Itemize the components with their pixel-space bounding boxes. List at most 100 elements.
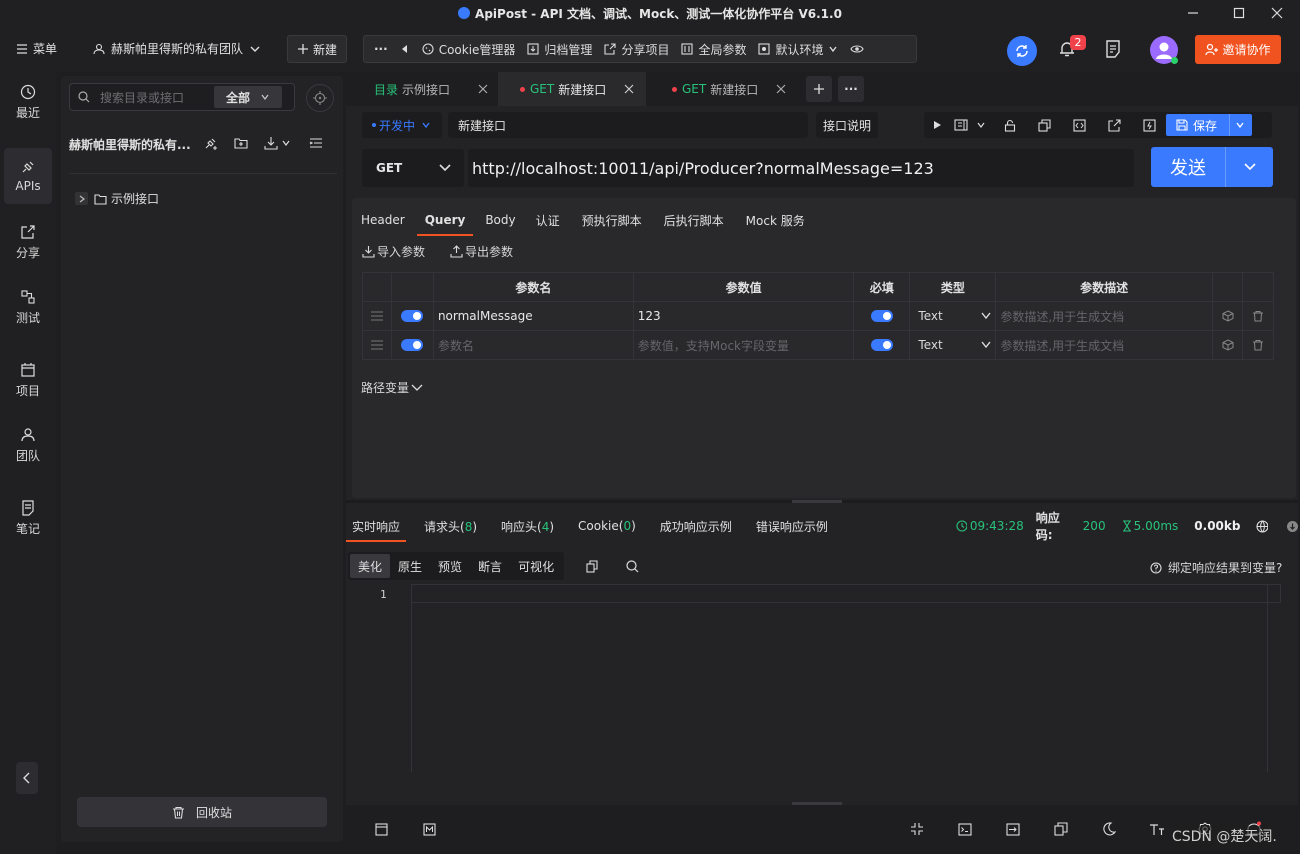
markdown-icon[interactable] [423, 823, 436, 836]
filter-select[interactable]: 全部 [214, 86, 282, 108]
import-params-button[interactable]: 导入参数 [362, 243, 425, 260]
resp-tab-resp-headers[interactable]: 响应头(4) [501, 518, 554, 535]
type-select[interactable]: Text [909, 301, 997, 331]
tree-item-folder[interactable]: 示例接口 [75, 190, 159, 207]
resp-tab-realtime[interactable]: 实时响应 [346, 518, 407, 542]
user-avatar[interactable] [1150, 36, 1178, 64]
required-toggle[interactable] [870, 310, 893, 322]
minimize-button[interactable] [1170, 0, 1216, 26]
close-window-button[interactable] [1254, 0, 1300, 26]
resp-tab-req-headers[interactable]: 请求头(8) [424, 518, 477, 535]
outline-icon[interactable] [309, 136, 323, 150]
new-button[interactable]: 新建 [287, 35, 347, 63]
rail-item-share[interactable]: 分享 [4, 214, 52, 270]
shrink-icon[interactable] [910, 822, 924, 836]
enable-toggle-cell[interactable] [390, 330, 434, 360]
notes-button[interactable] [1104, 40, 1122, 58]
chevron-down-icon[interactable] [281, 138, 291, 148]
resp-tab-cookie[interactable]: Cookie(0) [578, 519, 636, 533]
locate-button[interactable] [306, 84, 334, 112]
url-input[interactable]: http://localhost:10011/api/Producer?norm… [468, 149, 1134, 187]
response-editor[interactable]: 1 [346, 584, 1298, 804]
font-size-icon[interactable] [1149, 823, 1165, 836]
tab-more-button[interactable]: ··· [838, 76, 864, 102]
status-select[interactable]: 开发中 [362, 112, 442, 138]
param-desc-cell[interactable]: 参数描述,用于生成文档 [995, 301, 1214, 331]
view-tab-preview[interactable]: 预览 [430, 554, 470, 578]
param-value-cell[interactable]: 123 [632, 301, 855, 331]
enable-toggle-cell[interactable] [390, 301, 434, 331]
save-button[interactable]: 保存 [1166, 114, 1252, 136]
drag-handle[interactable] [362, 330, 392, 360]
view-tab-raw[interactable]: 原生 [390, 554, 430, 578]
share-project-button[interactable]: 分享项目 [598, 35, 675, 63]
rail-item-notes[interactable]: 笔记 [4, 490, 52, 546]
download-icon[interactable] [1286, 520, 1299, 533]
splitter-handle[interactable] [792, 500, 842, 503]
drag-handle[interactable] [362, 301, 392, 331]
invite-button[interactable]: 邀请协作 [1195, 35, 1281, 64]
close-tab-icon[interactable] [478, 84, 488, 94]
api-name-input[interactable]: 新建接口 [448, 112, 808, 138]
moon-icon[interactable] [1102, 822, 1116, 836]
more-button[interactable]: ··· [368, 35, 394, 63]
add-api-icon[interactable] [204, 136, 218, 150]
export-params-button[interactable]: 导出参数 [450, 243, 513, 260]
param-name-placeholder[interactable]: 参数名 [432, 330, 634, 360]
view-tab-assert[interactable]: 断言 [470, 554, 510, 578]
rail-item-recent[interactable]: 最近 [4, 74, 52, 130]
delete-cell[interactable] [1241, 301, 1275, 331]
tab-new-api[interactable]: GET 新建接口 [646, 72, 798, 106]
team-selector[interactable]: 赫斯帕里得斯的私有团队 [92, 40, 261, 57]
collapse-sidebar-button[interactable] [16, 762, 38, 794]
delete-cell[interactable] [1241, 330, 1275, 360]
lock-icon[interactable] [1004, 119, 1016, 132]
view-tab-visualize[interactable]: 可视化 [510, 554, 562, 578]
subtab-query[interactable]: Query [416, 213, 474, 236]
recycle-bin-button[interactable]: 回收站 [77, 797, 327, 827]
rail-item-project[interactable]: 项目 [4, 352, 52, 408]
close-tab-icon[interactable] [776, 84, 786, 94]
tab-directory[interactable]: 目录 示例接口 [346, 72, 498, 106]
run-icon[interactable] [932, 120, 942, 130]
code-icon[interactable] [1073, 118, 1086, 132]
method-select[interactable]: GET [362, 149, 464, 187]
search-icon[interactable] [626, 559, 639, 573]
subtab-header[interactable]: Header [361, 213, 405, 227]
subtab-pre-script[interactable]: 预执行脚本 [582, 212, 642, 229]
param-value-placeholder[interactable]: 参数值，支持Mock字段变量 [632, 330, 855, 360]
import-icon[interactable] [264, 136, 278, 150]
rail-item-team[interactable]: 团队 [4, 417, 52, 473]
subtab-auth[interactable]: 认证 [536, 212, 560, 229]
mock-cell[interactable] [1212, 301, 1243, 331]
view-tab-beautify[interactable]: 美化 [350, 554, 391, 578]
cookie-manager-button[interactable]: Cookie管理器 [416, 35, 522, 63]
required-toggle[interactable] [870, 339, 893, 351]
rail-item-apis[interactable]: APIs [4, 148, 52, 204]
copy-icon[interactable] [1038, 118, 1051, 132]
enable-toggle[interactable] [401, 310, 424, 322]
add-folder-icon[interactable] [234, 136, 248, 150]
globe-icon[interactable] [1256, 519, 1269, 533]
mock-cell[interactable] [1212, 330, 1243, 360]
resp-tab-success-example[interactable]: 成功响应示例 [660, 518, 732, 535]
path-variables-toggle[interactable]: 路径变量 [361, 379, 423, 396]
subtab-body[interactable]: Body [485, 213, 515, 227]
menu-button[interactable]: 菜单 [16, 40, 57, 57]
param-name-cell[interactable]: normalMessage [432, 301, 634, 331]
subtab-post-script[interactable]: 后执行脚本 [664, 212, 724, 229]
send-button[interactable]: 发送 [1151, 147, 1273, 187]
type-select[interactable]: Text [909, 330, 997, 360]
split-view-icon[interactable] [1006, 823, 1020, 836]
api-doc-button[interactable]: 接口说明 [816, 112, 878, 138]
notification-button[interactable]: 2 [1058, 35, 1086, 58]
environment-selector[interactable]: 默认环境 [752, 35, 844, 63]
subtab-mock[interactable]: Mock 服务 [746, 212, 805, 229]
resp-tab-error-example[interactable]: 错误响应示例 [756, 518, 828, 535]
archive-button[interactable]: 归档管理 [521, 35, 598, 63]
copy-icon[interactable] [1054, 822, 1068, 836]
directory-search[interactable]: 搜索目录或接口 全部 [69, 83, 295, 111]
expand-toggle[interactable] [75, 192, 88, 205]
panel-icon[interactable] [954, 119, 968, 131]
collapse-button[interactable] [394, 35, 416, 63]
